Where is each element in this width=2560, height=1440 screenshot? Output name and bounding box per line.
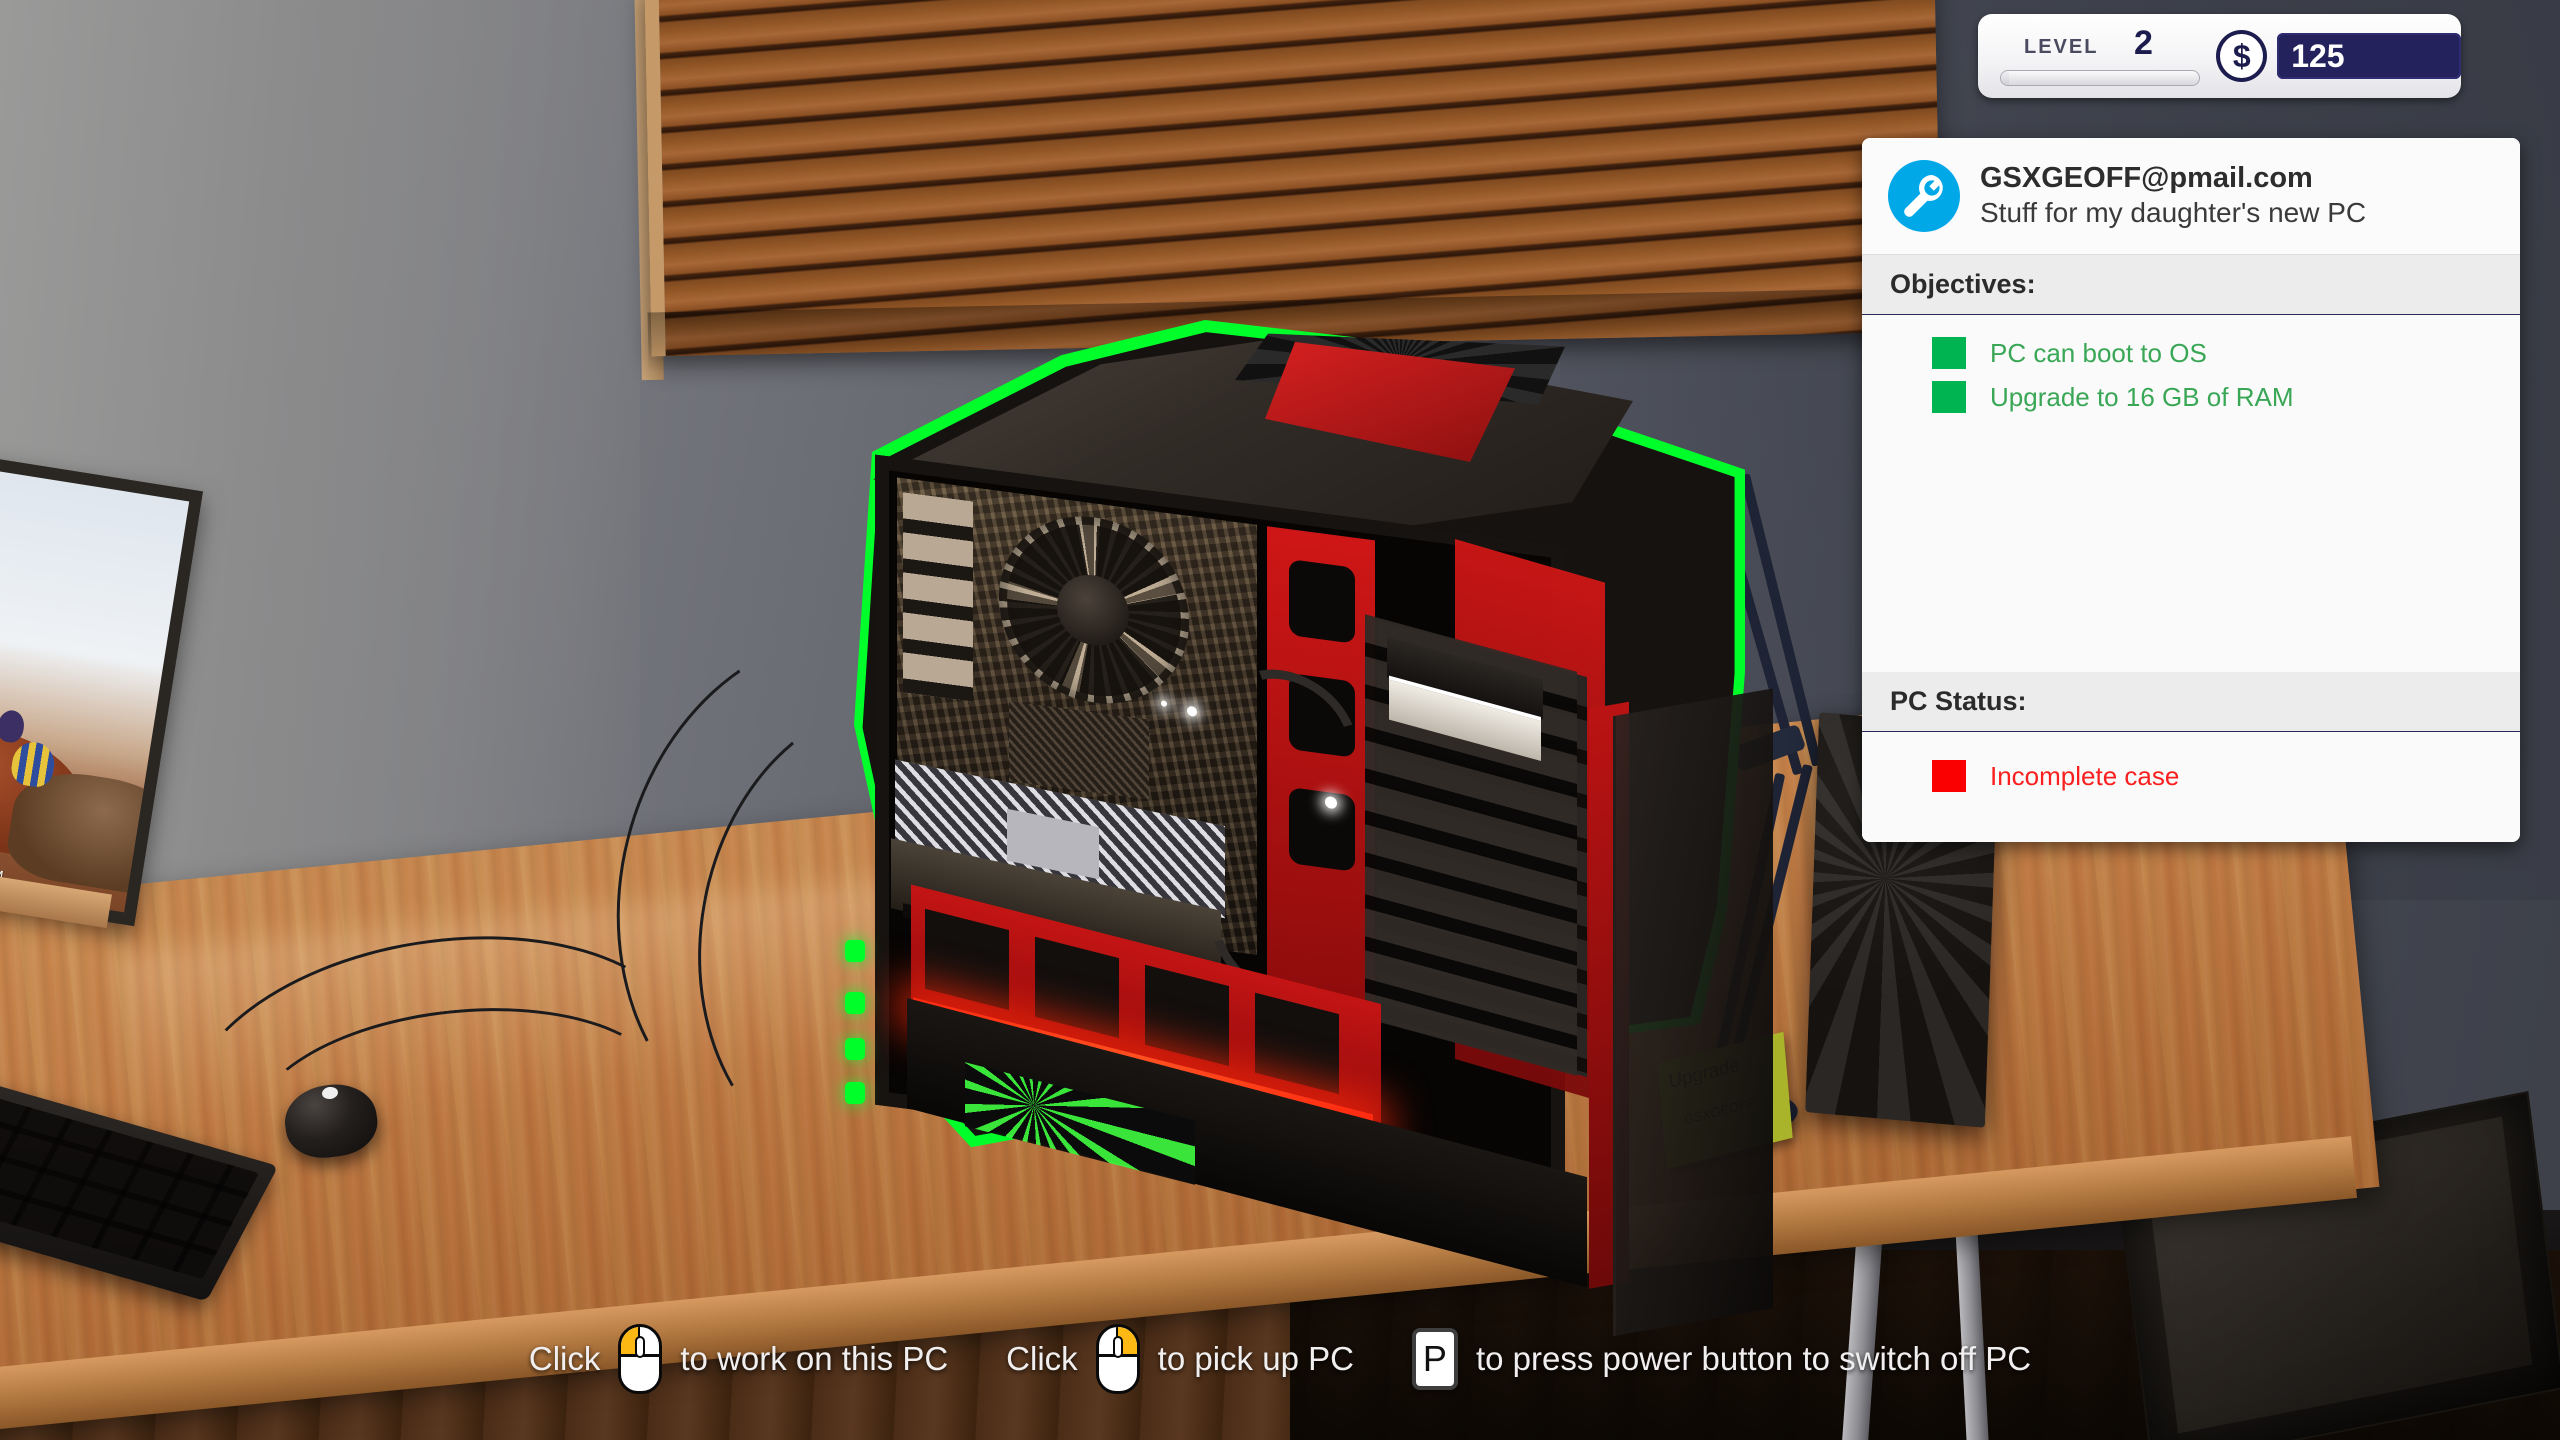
objectives-list: PC can boot to OS Upgrade to 16 GB of RA… bbox=[1862, 315, 2520, 429]
objective-label: PC can boot to OS bbox=[1990, 337, 2207, 368]
hint-prefix: Click bbox=[528, 1340, 601, 1377]
email-header-text: GSXGEOFF@pmail.com Stuff for my daughter… bbox=[1980, 162, 2366, 230]
cable-routing-hole bbox=[1289, 559, 1355, 644]
email-address: GSXGEOFF@pmail.com bbox=[1980, 161, 2313, 194]
pc-status-list: Incomplete case bbox=[1862, 732, 2520, 842]
status-swatch-complete bbox=[1932, 337, 1966, 369]
money-value: 125 bbox=[2277, 33, 2461, 79]
case-front-tab bbox=[845, 1038, 865, 1060]
email-header: GSXGEOFF@pmail.com Stuff for my daughter… bbox=[1862, 138, 2520, 255]
case-side-window bbox=[875, 454, 1773, 1337]
level-section: LEVEL 2 bbox=[1978, 14, 2210, 98]
objective-row: Upgrade to 16 GB of RAM bbox=[1862, 375, 2520, 419]
dollar-coin-icon: $ bbox=[2216, 30, 2268, 82]
status-swatch-complete bbox=[1932, 381, 1966, 413]
keyboard-key-p-icon: P bbox=[1411, 1328, 1458, 1390]
status-row: Incomplete case bbox=[1862, 754, 2520, 798]
hint-label: to press power button to switch off PC bbox=[1475, 1340, 2032, 1377]
objective-label: Upgrade to 16 GB of RAM bbox=[1990, 381, 2294, 412]
level-caption: LEVEL bbox=[2024, 36, 2099, 58]
status-label: Incomplete case bbox=[1990, 760, 2180, 791]
hint-work-on-pc: Click to work on this PC bbox=[529, 1324, 948, 1394]
highlight-sparkle bbox=[1187, 705, 1197, 717]
wrench-icon bbox=[1888, 160, 1960, 232]
hint-power-button: P to press power button to switch off PC bbox=[1411, 1328, 2032, 1390]
level-value: 2 bbox=[2134, 24, 2153, 62]
email-objectives-panel[interactable]: GSXGEOFF@pmail.com Stuff for my daughter… bbox=[1862, 138, 2520, 842]
pc-case-highlighted[interactable] bbox=[845, 320, 1773, 1337]
left-mouse-button-icon bbox=[618, 1324, 663, 1394]
objectives-header: Objectives: bbox=[1862, 255, 2520, 315]
hint-label: to work on this PC bbox=[680, 1340, 949, 1377]
hint-pick-up-pc: Click to pick up PC bbox=[1006, 1324, 1354, 1394]
case-front-tab bbox=[845, 992, 865, 1014]
status-swatch-error bbox=[1932, 760, 1966, 792]
hint-prefix: Click bbox=[1006, 1340, 1078, 1377]
hint-label: to pick up PC bbox=[1157, 1340, 1354, 1377]
pc-status-header: PC Status: bbox=[1862, 672, 2520, 732]
xp-progress-fill bbox=[2001, 71, 2009, 85]
case-front-tab bbox=[845, 1082, 865, 1104]
mouse-scroll-wheel bbox=[635, 1335, 646, 1358]
xp-progress-bar bbox=[2000, 70, 2200, 86]
mouse-scroll-wheel bbox=[1112, 1335, 1123, 1358]
case-front-tab bbox=[845, 940, 865, 962]
game-viewport: 7:22 AM Upgrade GSXGEOFF bbox=[0, 0, 2560, 1440]
email-subject: Stuff for my daughter's new PC bbox=[1980, 197, 2367, 229]
ram-modules[interactable] bbox=[903, 492, 973, 702]
highlight-sparkle bbox=[1161, 700, 1167, 708]
case-rear-panel bbox=[1613, 688, 1773, 1337]
panel-spacer bbox=[1862, 429, 2520, 672]
level-money-hud: LEVEL 2 $ 125 bbox=[1978, 14, 2461, 98]
right-mouse-button-icon bbox=[1095, 1324, 1140, 1394]
controls-hint-bar: Click to work on this PC Click to pick u… bbox=[0, 1324, 2560, 1394]
objective-row: PC can boot to OS bbox=[1862, 331, 2520, 375]
